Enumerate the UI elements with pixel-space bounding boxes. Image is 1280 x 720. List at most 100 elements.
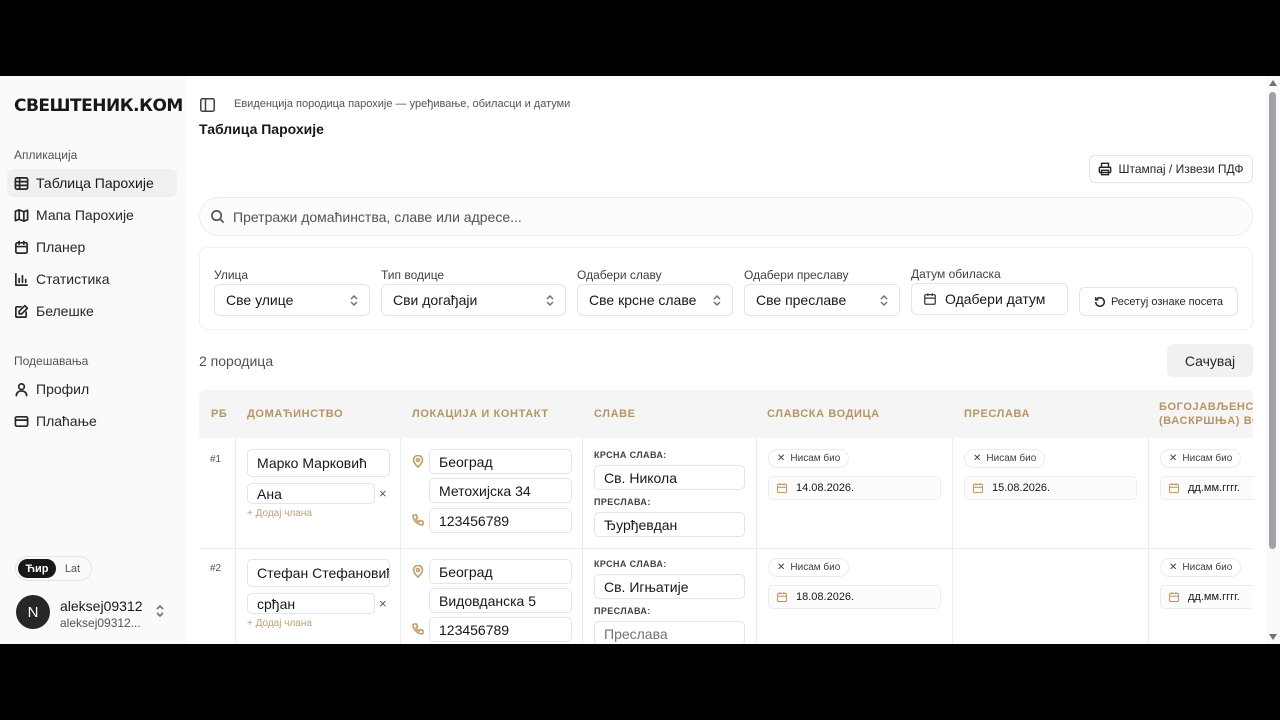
preslava-input[interactable]: Преслава [594,621,745,644]
scroll-down-arrow[interactable] [1269,634,1277,640]
chevrons-up-down-icon [156,604,164,618]
member-input[interactable]: Ана [247,483,375,504]
water-type-select[interactable]: Сви догађаји [381,284,566,316]
preslava-select[interactable]: Све преславе [744,284,900,316]
not-visited-toggle[interactable]: ✕ Нисам био [1160,449,1242,468]
water-filter-label: Тип водице [381,268,445,282]
calendar-icon [776,592,788,603]
printer-icon [1099,162,1112,176]
sidebar-item-label: Планер [36,239,86,255]
water-date-input[interactable]: 18.08.2026. [768,585,941,609]
sidebar-item-profile[interactable]: Профил [7,375,177,403]
krsna-slava-label: КРСНА СЛАВА: [594,450,667,460]
column-divider [756,438,757,644]
not-visited-label: Нисам био [1182,453,1233,464]
add-member-button[interactable]: + Додај члана [247,618,312,629]
reset-visit-marks-button[interactable]: Ресетуј ознаке посета [1079,287,1238,316]
city-input[interactable]: Београд [429,559,572,584]
close-icon: ✕ [777,562,786,573]
visit-date-value: Одабери датум [945,291,1046,307]
map-icon [14,208,29,222]
sidebar-item-statistics[interactable]: Статистика [7,265,177,293]
chevrons-up-down-icon [546,294,554,307]
notes-icon [15,304,29,318]
krsna-slava-input[interactable]: Св. Никола [594,465,745,490]
col-header-rb: РБ [211,408,228,420]
remove-member-icon[interactable]: × [379,596,387,611]
row-divider [199,548,1253,549]
chevrons-up-down-icon [880,294,888,307]
close-icon: ✕ [973,453,982,464]
household-head-input[interactable]: Марко Марковић [247,449,390,477]
preslava-select-value: Све преславе [756,292,847,308]
close-icon: ✕ [777,453,786,464]
col-header-epiphany-line1: БОГОЈАВЉЕНСКА [1159,401,1253,413]
not-visited-toggle[interactable]: ✕ Нисам био [1160,558,1242,577]
scroll-up-arrow[interactable] [1269,80,1277,86]
water-date-input[interactable]: 14.08.2026. [768,476,941,500]
column-divider [1148,438,1149,644]
not-visited-toggle[interactable]: ✕ Нисам био [768,449,850,468]
epiphany-date-input[interactable]: дд.мм.гггг. [1160,476,1253,500]
sidebar-item-label: Белешке [36,303,94,319]
search-input[interactable] [233,208,1033,225]
slava-select-value: Све крсне славе [589,292,697,308]
column-divider [582,438,583,644]
sidebar-item-table[interactable]: Таблица Парохије [7,169,177,197]
remove-member-icon[interactable]: × [379,486,387,501]
table-icon [14,176,29,190]
calendar-icon [972,483,984,494]
col-header-slave: СЛАВЕ [594,408,636,420]
preslava-label: ПРЕСЛАВА: [594,497,651,507]
not-visited-toggle[interactable]: ✕ Нисам био [768,558,850,577]
not-visited-toggle[interactable]: ✕ Нисам био [964,449,1046,468]
city-input[interactable]: Београд [429,449,572,474]
sidebar-item-planner[interactable]: Планер [7,233,177,261]
page-scrollbar[interactable] [1266,76,1280,644]
epiphany-date-input[interactable]: дд.мм.гггг. [1160,585,1253,609]
preslava-date-input[interactable]: 15.08.2026. [964,476,1137,500]
phone-input[interactable]: 123456789 [429,508,572,533]
krsna-slava-input[interactable]: Св. Игњатије [594,574,745,599]
sidebar-item-map[interactable]: Мапа Парохије [7,201,177,229]
app-logo[interactable]: СВЕШТЕНИК.КОМ [14,96,183,116]
address-input[interactable]: Метохијска 34 [429,478,572,503]
print-button-label: Штампај / Извези ПДФ [1118,162,1244,176]
user-menu[interactable]: N aleksej09312 aleksej09312... [16,594,176,630]
street-select[interactable]: Све улице [214,284,370,316]
water-type-select-value: Сви догађаји [393,292,478,308]
chevrons-up-down-icon [350,294,358,307]
column-divider [952,438,953,644]
sidebar-group-app: Апликација [14,148,78,162]
save-button[interactable]: Сачувај [1167,344,1253,377]
add-member-button[interactable]: + Додај члана [247,508,312,519]
sidebar-item-billing[interactable]: Плаћање [7,407,177,435]
scrollbar-thumb[interactable] [1269,92,1276,549]
location-pin-icon [412,565,424,578]
calendar-icon [776,483,788,494]
not-visited-label: Нисам био [790,562,841,573]
sidebar-item-notes[interactable]: Белешке [7,297,177,325]
app-window: СВЕШТЕНИК.КОМ Апликација Таблица Парохиј… [0,76,1280,644]
sidebar-item-label: Профил [36,381,90,397]
lang-cyrillic-option[interactable]: Ћир [18,559,56,578]
search-icon [211,210,225,224]
lang-latin-option[interactable]: Lat [56,559,89,578]
visit-date-picker[interactable]: Одабери датум [911,283,1068,315]
member-input[interactable]: срђан [247,593,375,614]
page-title: Таблица Парохије [199,121,324,137]
phone-input[interactable]: 123456789 [429,617,572,642]
table-header: РБ ДОМАЋИНСТВО ЛОКАЦИЈА И КОНТАКТ СЛАВЕ … [199,390,1253,438]
print-export-pdf-button[interactable]: Штампај / Извези ПДФ [1089,155,1253,183]
col-header-location: ЛОКАЦИЈА И КОНТАКТ [412,408,549,420]
slava-select[interactable]: Све крсне славе [577,284,733,316]
user-icon [15,382,28,396]
household-head-input[interactable]: Стефан Стефановић [247,559,390,587]
preslava-input[interactable]: Ђурђевдан [594,512,745,537]
sidebar-toggle-icon[interactable] [200,98,215,112]
column-divider [400,438,401,644]
preslava-date-value: 15.08.2026. [992,482,1051,494]
address-input[interactable]: Видовданска 5 [429,588,572,613]
sidebar-item-label: Статистика [36,271,110,287]
not-visited-label: Нисам био [986,453,1037,464]
